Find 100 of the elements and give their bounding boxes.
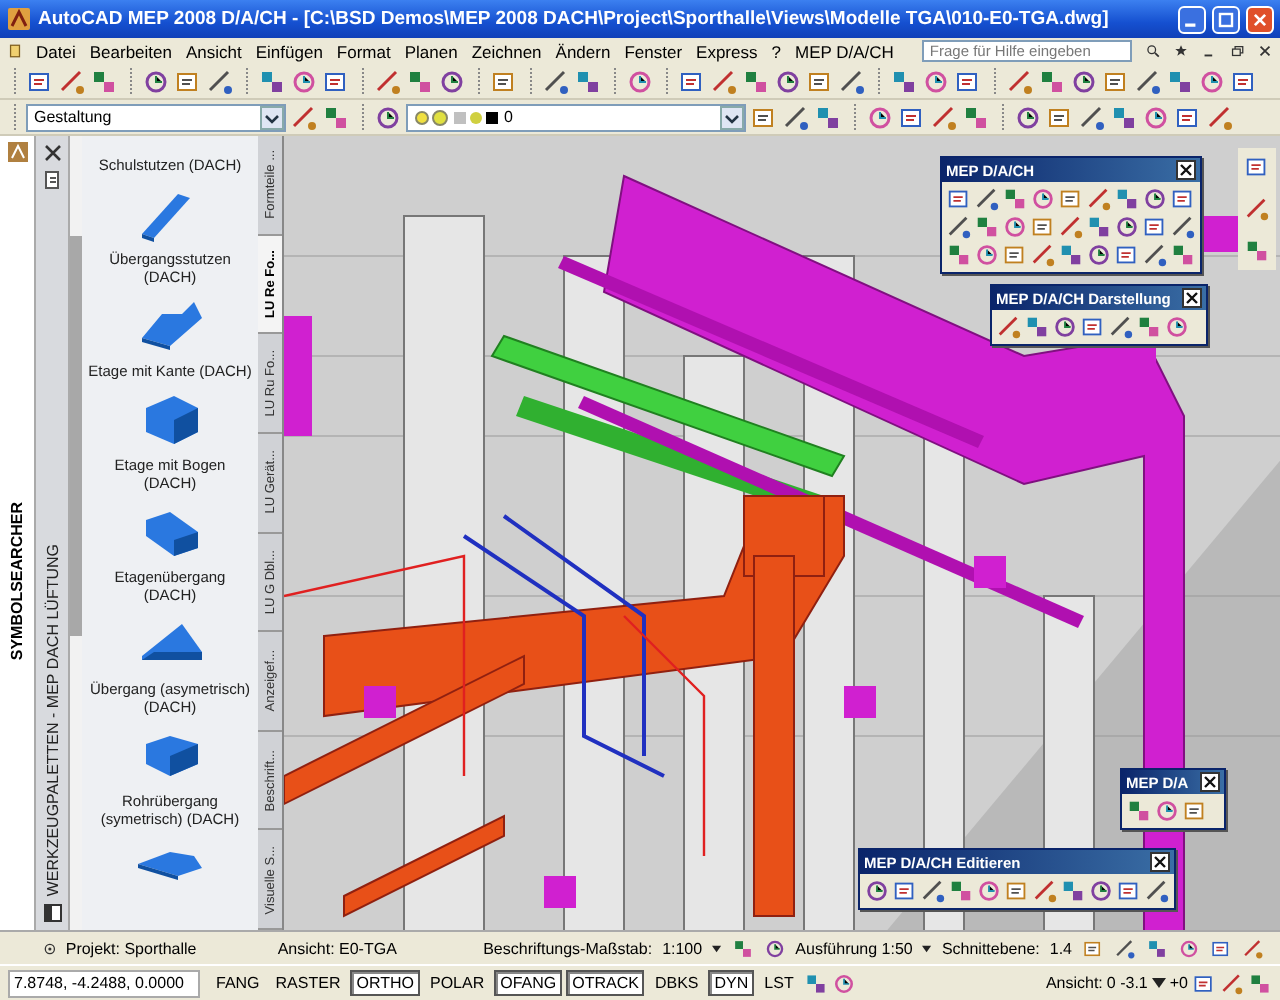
tool-icon[interactable] [946, 186, 972, 212]
tool-icon[interactable] [1136, 314, 1162, 340]
tool-icon[interactable] [542, 67, 570, 95]
tool-icon[interactable] [374, 103, 402, 131]
tool-icon[interactable] [438, 67, 466, 95]
tool-icon[interactable] [1102, 67, 1130, 95]
tool-icon[interactable] [322, 103, 350, 131]
tool-icon[interactable] [374, 67, 402, 95]
tool-icon[interactable] [1244, 196, 1270, 222]
tool-icon[interactable] [750, 103, 778, 131]
tool-icon[interactable] [1170, 186, 1196, 212]
tool-icon[interactable] [1070, 67, 1098, 95]
tool-icon[interactable] [803, 971, 828, 995]
tool-icon[interactable] [1014, 103, 1042, 131]
tool-icon[interactable] [490, 67, 518, 95]
tool-icon[interactable] [406, 67, 434, 95]
status-toggle-button[interactable]: ORTHO [350, 970, 420, 996]
tool-icon[interactable] [974, 214, 1000, 240]
tool-icon[interactable] [1170, 214, 1196, 240]
tool-icon[interactable] [1114, 186, 1140, 212]
maximize-icon[interactable] [1212, 5, 1240, 33]
tool-icon[interactable] [1206, 103, 1234, 131]
tool-icon[interactable] [142, 67, 170, 95]
tool-icon[interactable] [1002, 186, 1028, 212]
close-icon[interactable] [43, 144, 61, 162]
tool-icon[interactable] [1038, 67, 1066, 95]
tool-icon[interactable] [58, 67, 86, 95]
menu-item[interactable]: Ansicht [185, 41, 242, 61]
tool-icon[interactable] [1086, 242, 1112, 268]
close-icon[interactable] [1182, 288, 1203, 308]
tool-icon[interactable] [1004, 878, 1030, 904]
tool-icon[interactable] [731, 937, 754, 959]
status-toggle-button[interactable]: OFANG [494, 970, 563, 996]
tool-icon[interactable] [1142, 186, 1168, 212]
tool-icon[interactable] [806, 67, 834, 95]
tool-icon[interactable] [1114, 937, 1136, 959]
tool-icon[interactable] [206, 67, 234, 95]
status-toggle-button[interactable]: FANG [210, 970, 266, 996]
tool-icon[interactable] [90, 67, 118, 95]
tool-icon[interactable] [678, 67, 706, 95]
tool-icon[interactable] [1086, 214, 1112, 240]
tool-icon[interactable] [1142, 214, 1168, 240]
tool-icon[interactable] [1126, 798, 1152, 824]
status-toggle-button[interactable]: DBKS [648, 970, 705, 996]
status-toggle-button[interactable]: DYN [708, 970, 755, 996]
properties-icon[interactable] [43, 170, 61, 190]
tool-icon[interactable] [1030, 214, 1056, 240]
layer-dropdown[interactable]: 0 [406, 103, 746, 131]
caret-icon[interactable] [922, 941, 932, 955]
tool-icon[interactable] [763, 937, 786, 959]
tool-icon[interactable] [890, 67, 918, 95]
menu-item[interactable]: Format [336, 41, 391, 61]
tool-icon[interactable] [290, 103, 318, 131]
tool-icon[interactable] [974, 186, 1000, 212]
tool-icon[interactable] [948, 878, 974, 904]
tool-icon[interactable] [814, 103, 842, 131]
elevation-dropdown[interactable]: 0 -3.1 [1106, 974, 1148, 992]
menu-item[interactable]: Zeichnen [471, 41, 542, 61]
tool-icon[interactable] [742, 67, 770, 95]
tool-icon[interactable] [1082, 937, 1104, 959]
tool-icon[interactable] [1116, 878, 1142, 904]
tool-icon[interactable] [1248, 971, 1272, 995]
tool-icon[interactable] [1134, 67, 1162, 95]
caret-icon[interactable] [1151, 976, 1166, 990]
close-icon[interactable] [1200, 772, 1221, 792]
close-icon[interactable] [1176, 160, 1196, 180]
tool-icon[interactable] [831, 971, 856, 995]
status-toggle-button[interactable]: LST [758, 970, 800, 996]
tool-icon[interactable] [1046, 103, 1074, 131]
tool-icon[interactable] [174, 67, 202, 95]
tool-icon[interactable] [1052, 314, 1078, 340]
tool-icon[interactable] [774, 67, 802, 95]
tool-icon[interactable] [1244, 238, 1270, 264]
star-icon[interactable] [1173, 40, 1188, 62]
tool-icon[interactable] [1108, 314, 1134, 340]
menu-item[interactable]: Datei [36, 41, 76, 61]
tool-icon[interactable] [1114, 214, 1140, 240]
search-icon[interactable] [1145, 40, 1160, 62]
menu-item[interactable]: Ändern [555, 41, 611, 61]
tool-icon[interactable] [1144, 878, 1170, 904]
tool-icon[interactable] [1210, 937, 1232, 959]
tool-icon[interactable] [838, 67, 866, 95]
style-dropdown[interactable]: Gestaltung [26, 103, 286, 131]
tool-icon[interactable] [1114, 242, 1140, 268]
tool-icon[interactable] [1002, 242, 1028, 268]
tool-icon[interactable] [996, 314, 1022, 340]
tool-icon[interactable] [898, 103, 926, 131]
tool-icon[interactable] [1242, 937, 1264, 959]
minimize-icon[interactable] [1178, 5, 1206, 33]
close-icon[interactable] [1150, 852, 1170, 872]
caret-icon[interactable] [712, 941, 722, 955]
status-toggle-button[interactable]: RASTER [269, 970, 347, 996]
detail-dropdown[interactable]: Ausführung 1:50 [795, 939, 913, 957]
status-toggle-button[interactable]: POLAR [423, 970, 491, 996]
tool-icon[interactable] [1192, 971, 1216, 995]
tool-icon[interactable] [1032, 878, 1058, 904]
menu-item[interactable]: Express [696, 41, 758, 61]
tool-icon[interactable] [1166, 67, 1194, 95]
tool-icon[interactable] [1006, 67, 1034, 95]
tool-icon[interactable] [258, 67, 286, 95]
